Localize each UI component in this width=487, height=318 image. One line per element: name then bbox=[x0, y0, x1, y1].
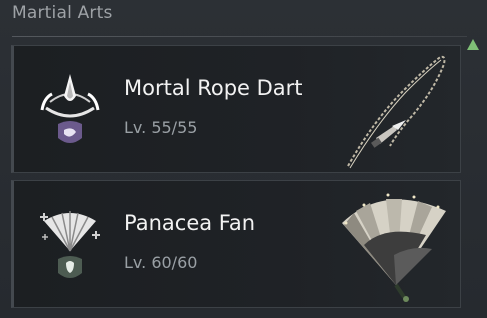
weapon-card-mortal-rope-dart[interactable]: Mortal Rope Dart Lv. 55/55 bbox=[11, 45, 461, 173]
fan-weapon-icon bbox=[342, 193, 446, 302]
weapon-name: Panacea Fan bbox=[124, 211, 256, 235]
weapon-level: Lv. 60/60 bbox=[124, 253, 198, 272]
section-title: Martial Arts bbox=[12, 3, 113, 23]
fan-school-emblem-icon bbox=[40, 211, 100, 278]
scroll-up-arrow-icon[interactable] bbox=[467, 39, 479, 50]
weapon-level: Lv. 55/55 bbox=[124, 118, 198, 137]
rope-dart-school-emblem-icon bbox=[40, 74, 100, 143]
header-divider bbox=[12, 36, 467, 37]
rope-dart-weapon-icon bbox=[347, 55, 446, 169]
weapon-card-panacea-fan[interactable]: Panacea Fan Lv. 60/60 bbox=[11, 180, 461, 308]
weapon-name: Mortal Rope Dart bbox=[124, 76, 303, 100]
